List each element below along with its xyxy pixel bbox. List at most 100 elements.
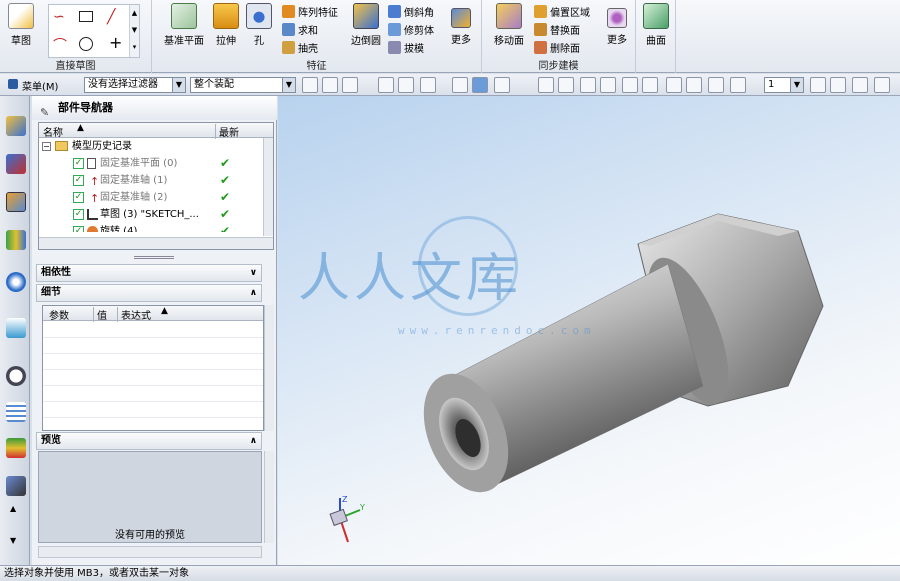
tree-item[interactable]: ✓ ↑ 固定基准轴 (2) ✔: [39, 189, 273, 206]
refresh-icon[interactable]: [852, 77, 868, 93]
tree-item[interactable]: ✓ 草图 (3) "SKETCH_... ✔: [39, 206, 273, 223]
clock-icon[interactable]: [6, 366, 26, 386]
column-latest[interactable]: 最新: [215, 124, 239, 139]
move-face-icon: [496, 3, 522, 29]
filter-icon[interactable]: [342, 77, 358, 93]
surface-label: 曲面: [646, 36, 666, 47]
shell-button[interactable]: 抽壳: [282, 38, 318, 56]
hole-button[interactable]: 孔: [246, 3, 272, 47]
history-icon[interactable]: [6, 318, 26, 338]
unite-button[interactable]: 求和: [282, 20, 318, 38]
palette-icon[interactable]: [6, 438, 26, 458]
gallery-scroll[interactable]: ▲ ▼ ▾: [129, 5, 139, 57]
sync-more-button[interactable]: 更多: [604, 3, 630, 46]
column-value[interactable]: 值: [93, 307, 107, 322]
layer-dropdown[interactable]: 1 ▼: [764, 77, 804, 93]
line-icon[interactable]: ╱: [107, 9, 115, 25]
details-section[interactable]: 细节 ∧: [36, 284, 262, 302]
snap-mid-icon[interactable]: [558, 77, 574, 93]
tools-icon[interactable]: [6, 476, 26, 496]
tree-item[interactable]: ✓ 固定基准平面 (0) ✔: [39, 155, 273, 172]
collapse-icon[interactable]: −: [42, 142, 51, 151]
snap-on-curve-icon[interactable]: [686, 77, 702, 93]
assembly-scope-dropdown[interactable]: 整个装配 ▼: [190, 77, 296, 93]
edge-blend-button[interactable]: 边倒圆: [348, 3, 384, 47]
visibility-checkbox[interactable]: ✓: [73, 209, 84, 220]
layer-settings-icon[interactable]: [810, 77, 826, 93]
splitter[interactable]: [134, 256, 174, 259]
spline-icon[interactable]: ∽: [53, 9, 65, 25]
box-select-icon[interactable]: [420, 77, 436, 93]
tree-item[interactable]: ✓ ↑ 固定基准轴 (1) ✔: [39, 172, 273, 189]
datum-axis-icon: ↑: [90, 175, 100, 188]
move-face-button[interactable]: 移动面: [490, 3, 528, 47]
graphics-window[interactable]: 人人文库 www.renrendoc.com Y Z: [278, 96, 900, 565]
web-browser-icon[interactable]: [6, 272, 26, 292]
surface-button[interactable]: 曲面: [642, 3, 670, 47]
trim-body-button[interactable]: 修剪体: [388, 20, 434, 38]
tree-root[interactable]: − 模型历史记录: [39, 138, 273, 155]
delete-face-icon: [534, 40, 547, 54]
replace-face-button[interactable]: 替换面: [534, 20, 580, 38]
fit-icon[interactable]: [874, 77, 890, 93]
column-name[interactable]: 名称: [43, 124, 63, 139]
menu-icon: [8, 79, 18, 89]
reuse-library-icon[interactable]: [6, 230, 26, 250]
list-icon[interactable]: [6, 402, 26, 422]
tree-item[interactable]: ✓ 旋转 (4) ✔: [39, 223, 273, 232]
wcs-icon[interactable]: [494, 77, 510, 93]
scroll-down-icon[interactable]: ▼: [10, 536, 16, 545]
snap-quadrant-icon[interactable]: [642, 77, 658, 93]
feature-more-button[interactable]: 更多: [448, 3, 474, 46]
snap-point-icon[interactable]: [378, 77, 394, 93]
rectangle-icon[interactable]: [79, 11, 93, 22]
snap-intersect-icon[interactable]: [600, 77, 616, 93]
point-icon[interactable]: +: [109, 33, 122, 52]
details-label: 细节: [41, 287, 61, 298]
snap-icon[interactable]: [302, 77, 318, 93]
extrude-button[interactable]: 拉伸: [210, 3, 242, 47]
select-icon[interactable]: [322, 77, 338, 93]
snap-on-face-icon[interactable]: [708, 77, 724, 93]
view-icon[interactable]: [452, 77, 468, 93]
visibility-checkbox[interactable]: ✓: [73, 175, 84, 186]
preview-section[interactable]: 预览 ∧: [36, 432, 262, 450]
snap-pole-icon[interactable]: [730, 77, 746, 93]
snap-existing-icon[interactable]: [666, 77, 682, 93]
offset-region-button[interactable]: 偏置区域: [534, 2, 590, 20]
constraint-navigator-icon[interactable]: [6, 154, 26, 174]
assembly-navigator-icon[interactable]: [6, 116, 26, 136]
arc-icon[interactable]: ⌒: [53, 35, 67, 55]
details-vertical-scrollbar[interactable]: [264, 305, 274, 431]
draft-button[interactable]: 拔模: [388, 38, 424, 56]
visibility-checkbox[interactable]: ✓: [73, 192, 84, 203]
shaded-icon[interactable]: [472, 77, 488, 93]
snap-center-icon[interactable]: [622, 77, 638, 93]
pattern-feature-button[interactable]: 阵列特征: [282, 2, 338, 20]
panel-horizontal-scrollbar[interactable]: [38, 546, 262, 558]
visibility-checkbox[interactable]: ✓: [73, 158, 84, 169]
part-navigator-icon[interactable]: [6, 192, 26, 212]
sketch-button[interactable]: 草图: [6, 3, 36, 47]
move-layer-icon[interactable]: [830, 77, 846, 93]
panel-vertical-scrollbar[interactable]: [264, 451, 274, 543]
snap-end-icon[interactable]: [538, 77, 554, 93]
column-expression[interactable]: 表达式: [117, 307, 151, 322]
selection-filter-dropdown[interactable]: 没有选择过滤器 ▼: [84, 77, 186, 93]
point-on-curve-icon[interactable]: [398, 77, 414, 93]
scroll-up-icon[interactable]: ▲: [10, 504, 16, 513]
visibility-checkbox[interactable]: ✓: [73, 226, 84, 232]
watermark-logo: [418, 216, 518, 316]
snap-control-icon[interactable]: [580, 77, 596, 93]
chevron-down-icon: ▼: [282, 78, 295, 92]
chamfer-button[interactable]: 倒斜角: [388, 2, 434, 20]
draft-icon: [388, 40, 401, 54]
dependencies-section[interactable]: 相依性 ∨: [36, 264, 262, 282]
tree-vertical-scrollbar[interactable]: [263, 138, 273, 236]
circle-icon[interactable]: [79, 37, 93, 51]
tree-horizontal-scrollbar[interactable]: [39, 237, 273, 249]
datum-plane-button[interactable]: 基准平面: [160, 3, 208, 47]
menu-button[interactable]: 菜单(M): [22, 78, 58, 93]
delete-face-button[interactable]: 删除面: [534, 38, 580, 56]
column-parameter[interactable]: 参数: [49, 307, 69, 322]
